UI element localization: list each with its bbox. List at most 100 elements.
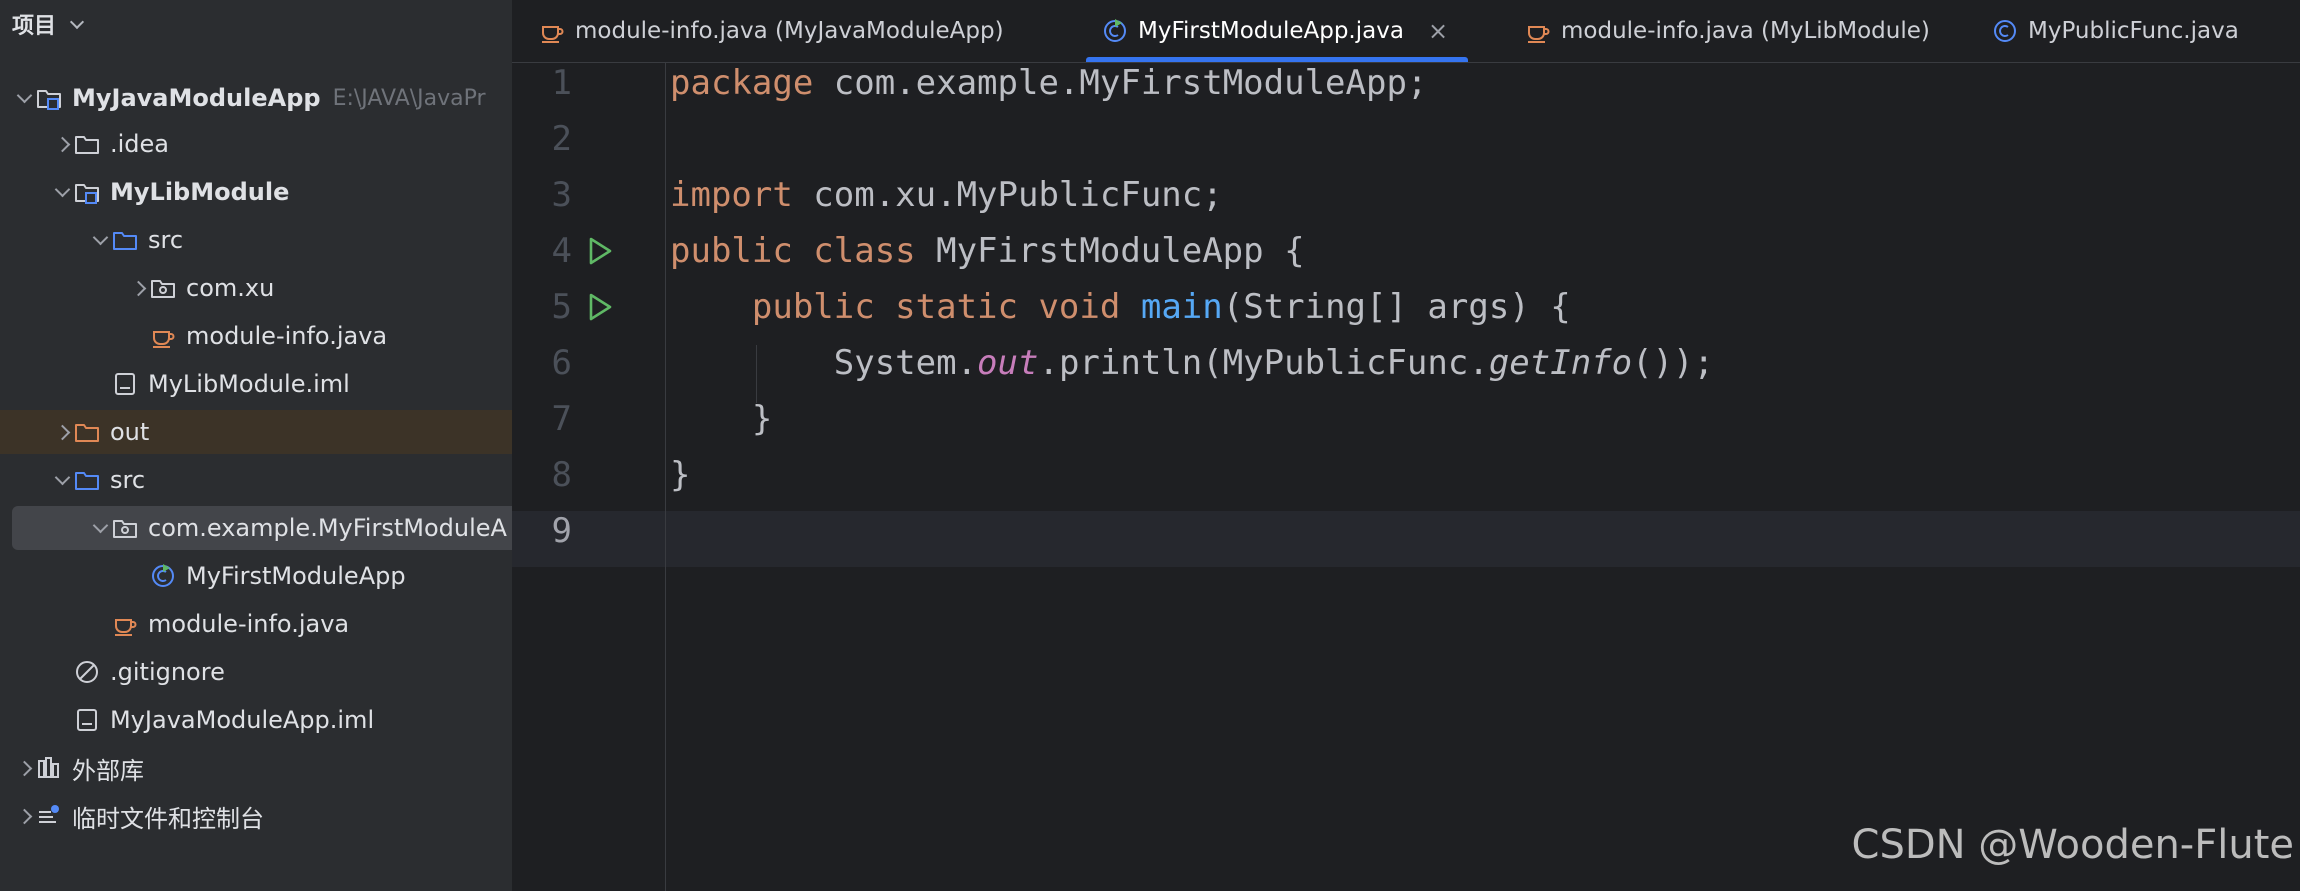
tree-item[interactable]: src	[12, 218, 512, 262]
code-token: System.	[670, 343, 978, 383]
line-number: 6	[551, 343, 572, 383]
tree-expander[interactable]	[12, 76, 36, 120]
tree-item[interactable]: MyLibModule	[12, 170, 512, 214]
tree-item[interactable]: module-info.java	[12, 602, 512, 646]
editor-tab[interactable]: module-info.java (MyLibModule)	[1525, 0, 1930, 62]
ignored-file-icon	[74, 650, 106, 694]
chevron-right-icon[interactable]	[16, 760, 32, 776]
project-panel-header[interactable]: 项目	[12, 8, 85, 40]
chevron-down-icon[interactable]	[54, 181, 70, 198]
libraries-icon	[36, 746, 68, 790]
code-text: System.out.println(MyPublicFunc.getInfo(…	[670, 335, 1714, 391]
code-token: import	[670, 175, 793, 215]
code-text: package com.example.MyFirstModuleApp;	[670, 55, 1427, 111]
code-line[interactable]: 5 public static void main(String[] args)…	[512, 279, 2300, 335]
line-number: 5	[551, 287, 572, 327]
tree-item[interactable]: module-info.java	[12, 314, 512, 358]
class-icon	[1992, 18, 2018, 44]
chevron-down-icon[interactable]	[16, 87, 32, 104]
code-token: ());	[1632, 343, 1714, 383]
editor-tab[interactable]: MyPublicFunc.java	[1992, 0, 2239, 62]
tab-label: module-info.java (MyJavaModuleApp)	[575, 18, 1004, 44]
tree-expander[interactable]	[12, 794, 36, 838]
chevron-down-icon[interactable]	[54, 469, 70, 486]
tree-item-label: MyJavaModuleApp	[72, 84, 321, 112]
code-line[interactable]: 2	[512, 111, 2300, 167]
tree-item[interactable]: com.example.MyFirstModuleA	[12, 506, 512, 550]
chevron-down-icon[interactable]	[92, 517, 108, 534]
editor-tab[interactable]: module-info.java (MyJavaModuleApp)	[539, 0, 1004, 62]
java-file-icon	[1525, 18, 1551, 44]
tree-item[interactable]: src	[12, 458, 512, 502]
tree-item-label: src	[148, 226, 184, 254]
tree-expander[interactable]	[126, 266, 150, 310]
tree-item[interactable]: 临时文件和控制台	[12, 794, 512, 838]
tree-item-label: module-info.java	[148, 610, 350, 638]
chevron-right-icon[interactable]	[54, 136, 70, 152]
code-token: public class	[670, 231, 916, 271]
module-folder-icon	[36, 76, 68, 120]
ide-window: 项目 MyJavaModuleApp E:\JAVA\JavaPr .idea MyL…	[0, 0, 2300, 891]
tree-item[interactable]: com.xu	[12, 266, 512, 310]
code-token: com.xu.MyPublicFunc;	[792, 175, 1223, 215]
code-line[interactable]: 1 package com.example.MyFirstModuleApp;	[512, 55, 2300, 111]
tree-item[interactable]: MyLibModule.iml	[12, 362, 512, 406]
code-line[interactable]: 6 System.out.println(MyPublicFunc.getInf…	[512, 335, 2300, 391]
chevron-right-icon[interactable]	[16, 808, 32, 824]
tree-item-label: module-info.java	[186, 322, 388, 350]
module-folder-icon	[74, 170, 106, 214]
tree-expander[interactable]	[12, 746, 36, 790]
tree-item-label: out	[110, 418, 150, 446]
code-line[interactable]: 9	[512, 503, 2300, 559]
line-number: 2	[551, 119, 572, 159]
tree-item[interactable]: MyFirstModuleApp	[12, 554, 512, 598]
tree-expander	[50, 650, 74, 694]
runnable-class-icon	[1102, 18, 1128, 44]
tree-item[interactable]: out	[0, 410, 512, 454]
code-token: }	[670, 399, 773, 439]
package-icon	[150, 266, 182, 310]
tree-expander[interactable]	[50, 458, 74, 502]
chevron-right-icon[interactable]	[130, 280, 146, 296]
tab-label: MyPublicFunc.java	[2028, 18, 2239, 44]
code-token: (String[] args) {	[1222, 287, 1571, 327]
tree-item[interactable]: .gitignore	[12, 650, 512, 694]
tab-label: module-info.java (MyLibModule)	[1561, 18, 1930, 44]
tree-item[interactable]: 外部库	[12, 746, 512, 790]
close-icon[interactable]: ×	[1428, 17, 1448, 45]
editor-tab[interactable]: MyFirstModuleApp.java ×	[1086, 0, 1469, 62]
tree-expander[interactable]	[88, 506, 112, 550]
chevron-right-icon[interactable]	[54, 424, 70, 440]
tree-item-label: com.example.MyFirstModuleA	[148, 514, 507, 542]
code-token: main	[1140, 287, 1223, 327]
chevron-down-icon[interactable]	[92, 229, 108, 246]
tree-item-label: MyLibModule.iml	[148, 370, 350, 398]
chevron-down-icon[interactable]	[69, 14, 85, 29]
runnable-class-icon	[150, 554, 182, 598]
tree-expander[interactable]	[50, 122, 74, 166]
tree-expander	[126, 554, 150, 598]
tree-expander[interactable]	[88, 218, 112, 262]
run-icon[interactable]	[586, 235, 614, 275]
code-line[interactable]: 7 }	[512, 391, 2300, 447]
tree-expander[interactable]	[50, 170, 74, 214]
java-file-icon	[112, 602, 144, 646]
code-token: package	[670, 63, 814, 103]
source-folder-icon	[74, 458, 106, 502]
code-line[interactable]: 4 public class MyFirstModuleApp {	[512, 223, 2300, 279]
iml-file-icon	[112, 362, 144, 406]
code-text: }	[670, 391, 772, 447]
code-line[interactable]: 8}	[512, 447, 2300, 503]
tree-item[interactable]: .idea	[12, 122, 512, 166]
tree-expander[interactable]	[50, 410, 74, 454]
code-line[interactable]: 3 import com.xu.MyPublicFunc;	[512, 167, 2300, 223]
project-path-hint: E:\JAVA\JavaPr	[332, 85, 486, 111]
tree-item[interactable]: MyJavaModuleApp E:\JAVA\JavaPr	[12, 76, 512, 120]
code-editor[interactable]: 1 package com.example.MyFirstModuleApp; 2 3…	[512, 63, 2300, 891]
code-token: MyFirstModuleApp {	[915, 231, 1305, 271]
editor-tab-bar: module-info.java (MyJavaModuleApp) MyFirs…	[512, 0, 2300, 63]
tree-item[interactable]: MyJavaModuleApp.iml	[12, 698, 512, 742]
tree-item-label: MyLibModule	[110, 178, 290, 206]
run-icon[interactable]	[586, 291, 614, 331]
